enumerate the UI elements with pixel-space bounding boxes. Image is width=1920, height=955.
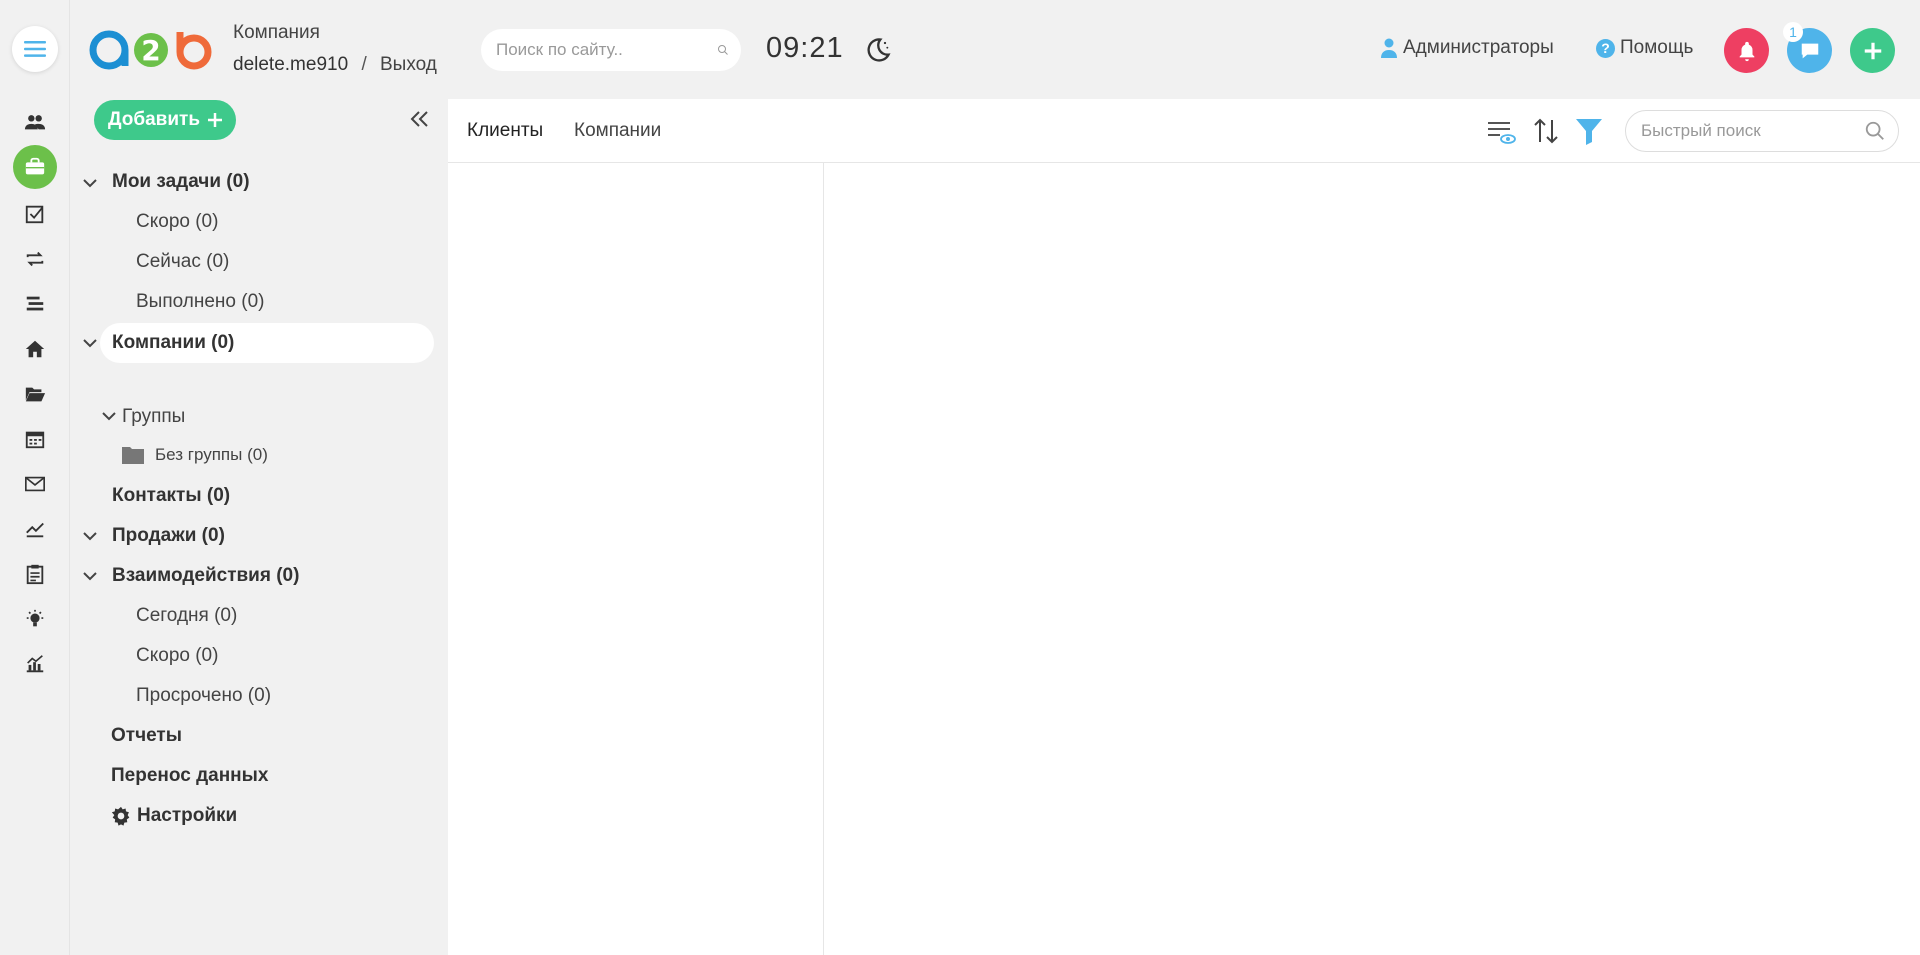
- question-icon: ?: [1596, 38, 1615, 58]
- moon-icon[interactable]: [864, 36, 892, 64]
- chat-icon: [1801, 43, 1818, 58]
- filter-icon[interactable]: [1574, 116, 1604, 146]
- user-icon: [1381, 38, 1397, 58]
- rail-home-button[interactable]: [13, 327, 57, 371]
- nav-settings-label: Настройки: [137, 805, 238, 826]
- hamburger-icon: [24, 41, 46, 57]
- rail-clients-button[interactable]: [13, 145, 57, 189]
- admins-link[interactable]: Администраторы: [1381, 37, 1554, 59]
- nav-data-transfer[interactable]: Перенос данных: [111, 765, 268, 787]
- rail-analytics-button[interactable]: [13, 507, 57, 551]
- nav-interactions-today[interactable]: Сегодня (0): [136, 605, 237, 627]
- chevron-down-icon[interactable]: [82, 528, 98, 544]
- messages-badge: 1: [1783, 22, 1803, 42]
- nav-companies[interactable]: Компании (0): [112, 332, 234, 354]
- nav-tasks-done[interactable]: Выполнено (0): [136, 291, 264, 313]
- nav-contacts[interactable]: Контакты (0): [112, 485, 230, 507]
- sort-icon[interactable]: [1531, 116, 1561, 146]
- nav-tasks-soon[interactable]: Скоро (0): [136, 211, 218, 233]
- bar-chart-icon: [26, 655, 44, 673]
- chevron-down-icon[interactable]: [101, 408, 117, 424]
- rail-mail-button[interactable]: [13, 462, 57, 506]
- gear-icon: [111, 806, 130, 826]
- lightbulb-icon: [26, 609, 44, 627]
- folder-icon: [122, 447, 144, 464]
- nav-tasks-now[interactable]: Сейчас (0): [136, 251, 229, 273]
- icon-rail: [0, 0, 70, 955]
- nav-sales[interactable]: Продажи (0): [112, 525, 225, 547]
- quick-search: [1625, 110, 1899, 152]
- notifications-button[interactable]: [1724, 28, 1769, 73]
- repeat-icon: [26, 251, 44, 267]
- search-icon[interactable]: [1864, 120, 1886, 142]
- rail-calendar-button[interactable]: [13, 417, 57, 461]
- site-search-input[interactable]: [496, 40, 717, 60]
- nav-interactions-overdue[interactable]: Просрочено (0): [136, 685, 271, 707]
- admins-label: Администраторы: [1403, 37, 1554, 58]
- messages-button[interactable]: 1: [1783, 22, 1832, 73]
- help-link[interactable]: ? Помощь: [1596, 37, 1693, 59]
- rail-clipboard-button[interactable]: [13, 552, 57, 596]
- rail-reports-button[interactable]: [13, 642, 57, 686]
- clock: 09:21: [766, 32, 844, 64]
- rail-folders-button[interactable]: [13, 372, 57, 416]
- add-button-label: Добавить: [108, 109, 201, 130]
- nav-no-group[interactable]: Без группы (0): [155, 445, 268, 465]
- search-icon[interactable]: [717, 39, 729, 61]
- home-icon: [25, 340, 45, 358]
- folder-open-icon: [25, 387, 46, 402]
- view-columns-icon[interactable]: [1486, 116, 1516, 146]
- help-label: Помощь: [1620, 37, 1694, 58]
- nav-reports[interactable]: Отчеты: [111, 725, 182, 747]
- logout-link[interactable]: Выход: [380, 54, 437, 75]
- username-link[interactable]: delete.me910: [233, 54, 348, 75]
- nav-settings[interactable]: Настройки: [111, 805, 237, 827]
- rail-stack-button[interactable]: [13, 282, 57, 326]
- create-button[interactable]: [1850, 28, 1895, 73]
- rail-transfers-button[interactable]: [13, 237, 57, 281]
- nav-interactions[interactable]: Взаимодействия (0): [112, 565, 299, 587]
- company-label: Компания: [233, 22, 320, 43]
- collapse-sidebar-icon[interactable]: [408, 108, 430, 130]
- mail-icon: [25, 476, 45, 492]
- clipboard-icon: [26, 564, 44, 585]
- chevron-down-icon[interactable]: [82, 568, 98, 584]
- account-separator: /: [361, 54, 367, 75]
- svg-text:2: 2: [141, 34, 160, 67]
- calendar-icon: [25, 431, 45, 449]
- account-block: Компания delete.me910 / Выход: [233, 22, 437, 76]
- line-chart-icon: [26, 522, 44, 538]
- checkbox-icon: [25, 205, 44, 224]
- tab-clients[interactable]: Клиенты: [467, 120, 543, 142]
- a2b-logo-icon: 2: [89, 30, 212, 70]
- nav-groups[interactable]: Группы: [122, 406, 185, 428]
- users-icon: [24, 115, 46, 130]
- stack-icon: [26, 296, 44, 311]
- plus-icon: [1864, 42, 1881, 59]
- site-search: [481, 29, 741, 71]
- nav-my-tasks[interactable]: Мои задачи (0): [112, 171, 250, 193]
- tab-companies[interactable]: Компании: [574, 120, 661, 142]
- main-panel: Клиенты Компании: [448, 99, 1920, 955]
- menu-toggle-button[interactable]: [12, 26, 58, 72]
- add-button[interactable]: Добавить: [94, 100, 237, 140]
- app-logo[interactable]: 2: [88, 28, 214, 72]
- rail-ideas-button[interactable]: [13, 597, 57, 641]
- bell-icon: [1739, 41, 1754, 61]
- quick-search-input[interactable]: [1641, 121, 1864, 141]
- rail-tasks-button[interactable]: [13, 192, 57, 236]
- chevron-down-icon[interactable]: [82, 175, 98, 191]
- briefcase-icon: [25, 157, 45, 175]
- list-detail-divider[interactable]: [823, 163, 824, 955]
- chevron-down-icon[interactable]: [82, 335, 98, 351]
- nav-interactions-soon[interactable]: Скоро (0): [136, 645, 218, 667]
- rail-users-button[interactable]: [13, 100, 57, 144]
- panel-toolbar: Клиенты Компании: [448, 99, 1920, 163]
- plus-icon: [208, 113, 223, 127]
